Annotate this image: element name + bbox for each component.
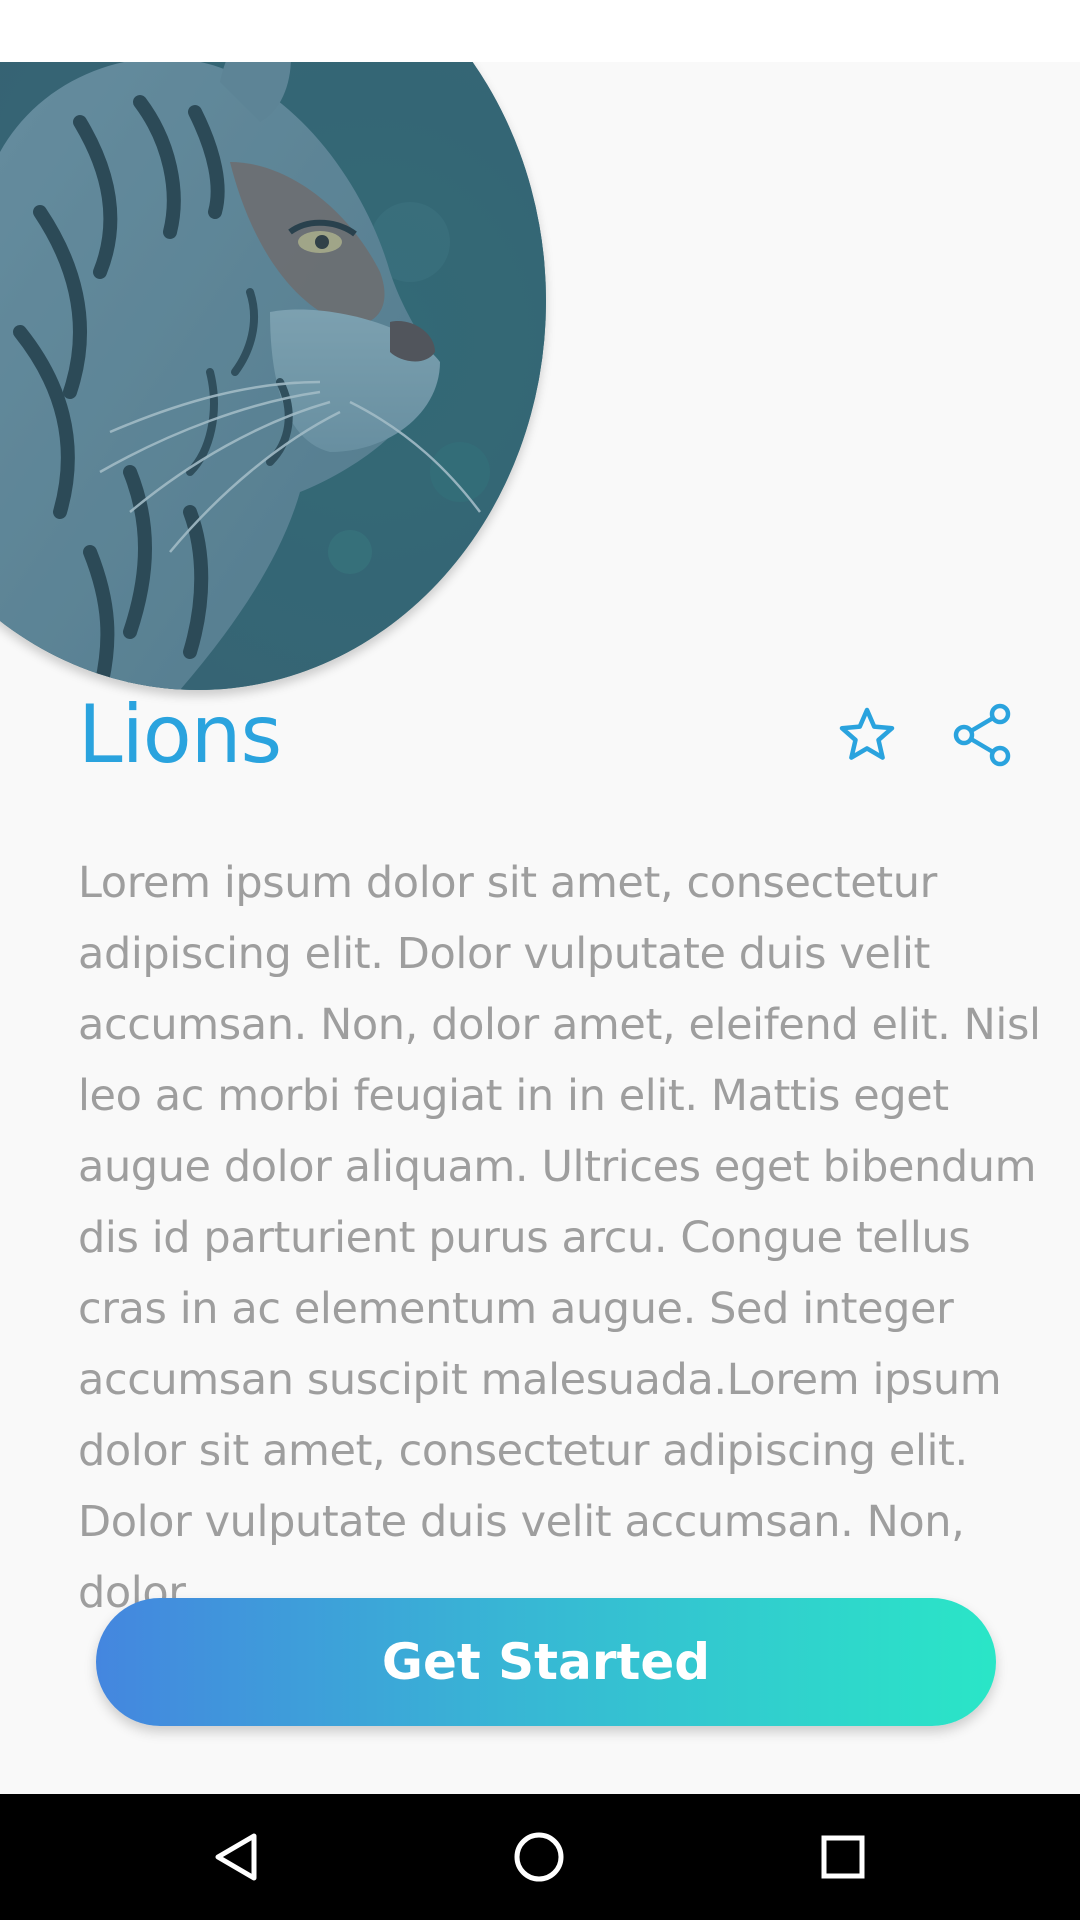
nav-home-button[interactable] xyxy=(506,1824,572,1890)
detail-screen: Lions Lorem ipsum dolor sit amet, consec… xyxy=(0,62,1080,1794)
nav-back-button[interactable] xyxy=(204,1824,270,1890)
share-icon xyxy=(953,703,1011,767)
get-started-button[interactable]: Get Started xyxy=(96,1598,996,1726)
favorite-button[interactable] xyxy=(834,702,900,768)
system-nav-bar xyxy=(0,1794,1080,1920)
page-title: Lions xyxy=(78,688,282,781)
hero-image-tiger xyxy=(0,62,546,690)
description-text: Lorem ipsum dolor sit amet, consectetur … xyxy=(78,858,1041,1618)
recent-square-icon xyxy=(821,1835,865,1879)
home-circle-icon xyxy=(514,1832,564,1882)
star-icon xyxy=(839,707,895,760)
tiger-illustration xyxy=(0,62,546,690)
title-row: Lions xyxy=(78,680,1018,790)
back-triangle-icon xyxy=(215,1833,257,1881)
nav-recent-apps-button[interactable] xyxy=(810,1824,876,1890)
share-button[interactable] xyxy=(950,702,1016,768)
status-bar xyxy=(0,0,1080,62)
